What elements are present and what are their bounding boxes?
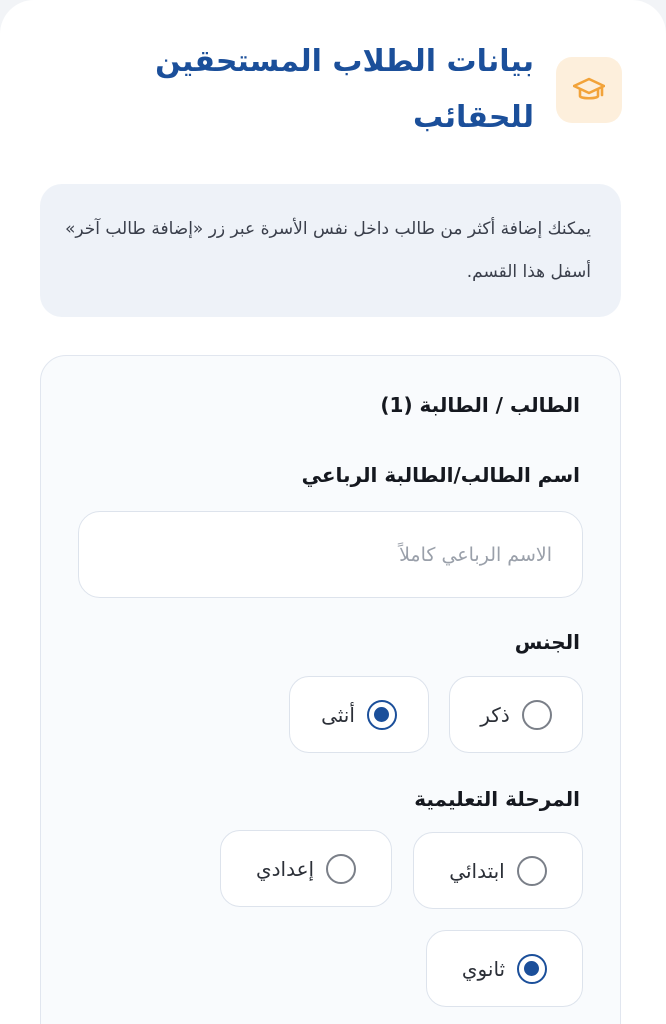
student-title: الطالب / الطالبة (1) (380, 393, 580, 417)
radio-female[interactable] (366, 699, 397, 730)
section-title: بيانات الطلاب المستحقين للحقائب (155, 44, 534, 135)
stage-label: المرحلة التعليمية (414, 787, 580, 811)
stage-option-primary[interactable]: ابتدائي (413, 832, 583, 909)
radio-primary[interactable] (516, 855, 547, 886)
section-header: بيانات الطلاب المستحقين للحقائب (134, 34, 622, 146)
option-label-male: ذكر (480, 702, 510, 727)
gender-label: الجنس (514, 630, 580, 654)
info-note: يمكنك إضافة أكثر من طالب داخل نفس الأسرة… (40, 184, 621, 317)
graduation-cap-icon (556, 57, 622, 123)
option-label-primary: ابتدائي (449, 858, 505, 883)
stage-option-preparatory[interactable]: إعدادي (220, 830, 392, 907)
radio-male[interactable] (521, 699, 552, 730)
radio-secondary[interactable] (517, 953, 548, 984)
name-field-label: اسم الطالب/الطالبة الرباعي (301, 463, 580, 487)
gender-option-male[interactable]: ذكر (449, 676, 583, 753)
radio-preparatory[interactable] (326, 853, 357, 884)
option-label-preparatory: إعدادي (255, 856, 315, 881)
option-label-female: أنثى (321, 702, 355, 727)
stage-option-secondary[interactable]: ثانوي (426, 930, 583, 1007)
option-label-secondary: ثانوي (461, 956, 506, 981)
student-name-input[interactable]: الاسم الرباعي كاملاً (78, 511, 583, 598)
gender-option-female[interactable]: أنثى (289, 676, 429, 753)
student-card: الطالب / الطالبة (1) اسم الطالب/الطالبة … (40, 355, 621, 1024)
form-screen: بيانات الطلاب المستحقين للحقائب يمكنك إض… (0, 0, 666, 1024)
